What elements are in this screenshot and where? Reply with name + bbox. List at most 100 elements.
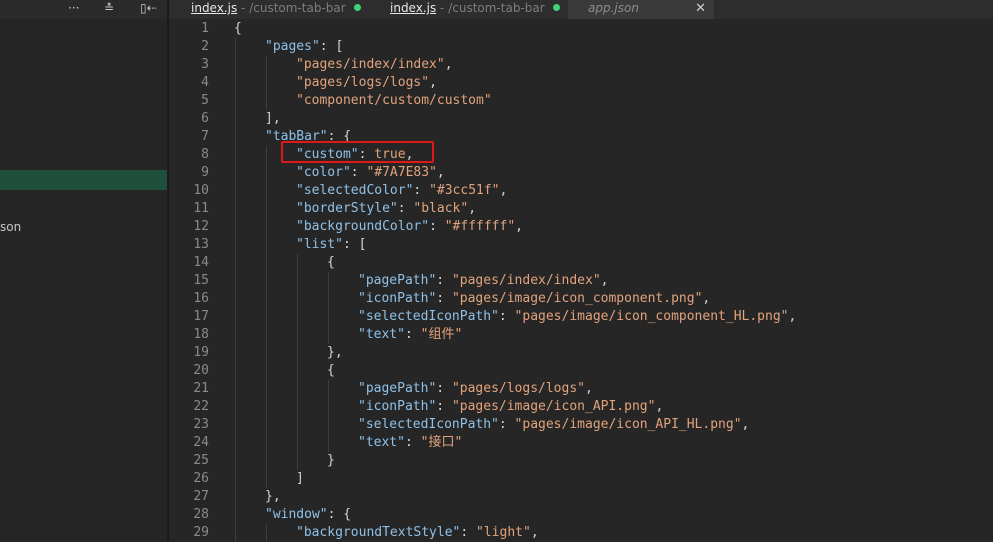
json-punctuation: { xyxy=(234,21,242,36)
json-string: "component/custom/custom" xyxy=(296,93,492,108)
json-punctuation: } xyxy=(327,453,335,468)
json-punctuation: ], xyxy=(265,111,281,126)
file-explorer-sidebar: ··· ≛ ▯⇠ son xyxy=(0,0,167,541)
close-icon[interactable]: ✕ xyxy=(695,0,706,17)
indent-guide xyxy=(235,452,236,470)
json-key: "backgroundColor" xyxy=(296,219,430,234)
line-number: 10 xyxy=(193,183,209,198)
indent-guide xyxy=(235,308,236,326)
code-line[interactable]: "color": "#7A7E83", xyxy=(296,164,445,182)
indent-guide xyxy=(297,380,298,398)
code-line[interactable]: "pagePath": "pages/logs/logs", xyxy=(358,380,593,398)
indent-guide xyxy=(297,344,298,362)
line-number: 13 xyxy=(193,237,209,252)
json-punctuation: : xyxy=(429,219,445,234)
json-string: "light" xyxy=(476,525,531,540)
json-key: "backgroundTextStyle" xyxy=(296,525,461,540)
line-number: 9 xyxy=(201,165,209,180)
indent-guide xyxy=(266,326,267,344)
tab-name: index.js xyxy=(390,1,437,15)
code-line[interactable]: "selectedIconPath": "pages/image/icon_co… xyxy=(358,308,796,326)
code-line[interactable]: "text": "接口" xyxy=(358,434,462,452)
code-line[interactable]: { xyxy=(327,254,335,272)
code-line[interactable]: "pages": [ xyxy=(265,38,343,56)
file-item-label[interactable]: son xyxy=(0,220,21,234)
json-string: "pages/image/icon_API.png" xyxy=(451,399,656,414)
code-line[interactable]: ] xyxy=(296,470,304,488)
indent-guide xyxy=(235,164,236,182)
line-number: 16 xyxy=(193,291,209,306)
code-line[interactable]: { xyxy=(327,362,335,380)
line-number: 17 xyxy=(193,309,209,324)
code-line[interactable]: "backgroundColor": "#ffffff", xyxy=(296,218,523,236)
json-punctuation: : [ xyxy=(342,237,367,252)
code-line[interactable]: ], xyxy=(265,110,281,128)
tab-index-js-2[interactable]: index.js - /custom-tab-bar xyxy=(390,0,560,19)
code-line[interactable]: "text": "组件" xyxy=(358,326,462,344)
collapse-all-icon[interactable]: ≛ xyxy=(104,0,114,19)
tab-index-js-1[interactable]: index.js - /custom-tab-bar xyxy=(191,0,361,19)
code-line[interactable]: "selectedColor": "#3cc51f", xyxy=(296,182,507,200)
json-string: "pages/image/icon_API_HL.png" xyxy=(514,417,742,432)
code-line[interactable]: "selectedIconPath": "pages/image/icon_AP… xyxy=(358,416,749,434)
json-punctuation: }, xyxy=(265,489,281,504)
selected-file-row[interactable] xyxy=(0,170,167,190)
indent-guide xyxy=(235,146,236,164)
code-line[interactable]: "window": { xyxy=(265,506,351,524)
code-line[interactable]: "pages/index/index", xyxy=(296,56,453,74)
code-line[interactable]: "iconPath": "pages/image/icon_component.… xyxy=(358,290,710,308)
json-punctuation: }, xyxy=(327,345,343,360)
indent-guide xyxy=(328,380,329,398)
json-punctuation: : xyxy=(404,327,421,342)
indent-guide xyxy=(297,290,298,308)
json-string: "black" xyxy=(413,201,469,216)
filter-icon[interactable]: ▯⇠ xyxy=(140,0,157,19)
indent-guide xyxy=(266,164,267,182)
indent-guide xyxy=(266,470,267,488)
tab-path: - /custom-tab-bar xyxy=(436,1,545,15)
code-line[interactable]: "borderStyle": "black", xyxy=(296,200,476,218)
json-punctuation: , xyxy=(468,201,477,216)
indent-guide xyxy=(235,344,236,362)
tab-name: app.json xyxy=(588,1,639,15)
code-line[interactable]: "pages/logs/logs", xyxy=(296,74,437,92)
line-number: 22 xyxy=(193,399,209,414)
indent-guide xyxy=(266,344,267,362)
indent-guide xyxy=(235,416,236,434)
json-string: "接口" xyxy=(420,435,463,450)
code-line[interactable]: "component/custom/custom" xyxy=(296,92,492,110)
indent-guide xyxy=(266,362,267,380)
code-line[interactable]: "pagePath": "pages/index/index", xyxy=(358,272,608,290)
indent-guide xyxy=(297,434,298,452)
indent-guide xyxy=(235,236,236,254)
json-string: "#7A7E83" xyxy=(366,165,437,180)
line-number: 12 xyxy=(193,219,209,234)
indent-guide xyxy=(235,128,236,146)
code-line[interactable]: "iconPath": "pages/image/icon_API.png", xyxy=(358,398,663,416)
json-punctuation: : { xyxy=(327,507,352,522)
code-line[interactable]: "list": [ xyxy=(296,236,366,254)
json-punctuation: : xyxy=(350,165,367,180)
tab-app-json[interactable]: app.json ✕ xyxy=(568,0,714,19)
json-string: "组件" xyxy=(420,327,463,342)
code-line[interactable]: } xyxy=(327,452,335,470)
indent-guide xyxy=(266,416,267,434)
code-line[interactable]: "backgroundTextStyle": "light", xyxy=(296,524,539,542)
json-punctuation: , xyxy=(515,219,523,234)
editor-tab-bar: index.js - /custom-tab-bar index.js - /c… xyxy=(169,0,993,19)
indent-guide xyxy=(297,362,298,380)
json-string: "pages/index/index" xyxy=(451,273,601,288)
code-editor[interactable]: 1 2 3 4 5 6 7 8 9 10 11 12 13 14 15 16 17 18 19 20 21 22 23 24 2… xyxy=(169,19,993,542)
indent-guide xyxy=(266,92,267,110)
json-key: "window" xyxy=(265,507,328,522)
json-punctuation: , xyxy=(530,525,539,540)
code-line[interactable]: { xyxy=(234,20,242,38)
more-icon[interactable]: ··· xyxy=(68,0,79,19)
code-line[interactable]: }, xyxy=(327,344,343,362)
code-line[interactable]: }, xyxy=(265,488,281,506)
line-number: 4 xyxy=(201,75,209,90)
line-number: 29 xyxy=(193,525,209,540)
line-number: 14 xyxy=(193,255,209,270)
indent-guide xyxy=(235,218,236,236)
json-key: "text" xyxy=(358,327,405,342)
